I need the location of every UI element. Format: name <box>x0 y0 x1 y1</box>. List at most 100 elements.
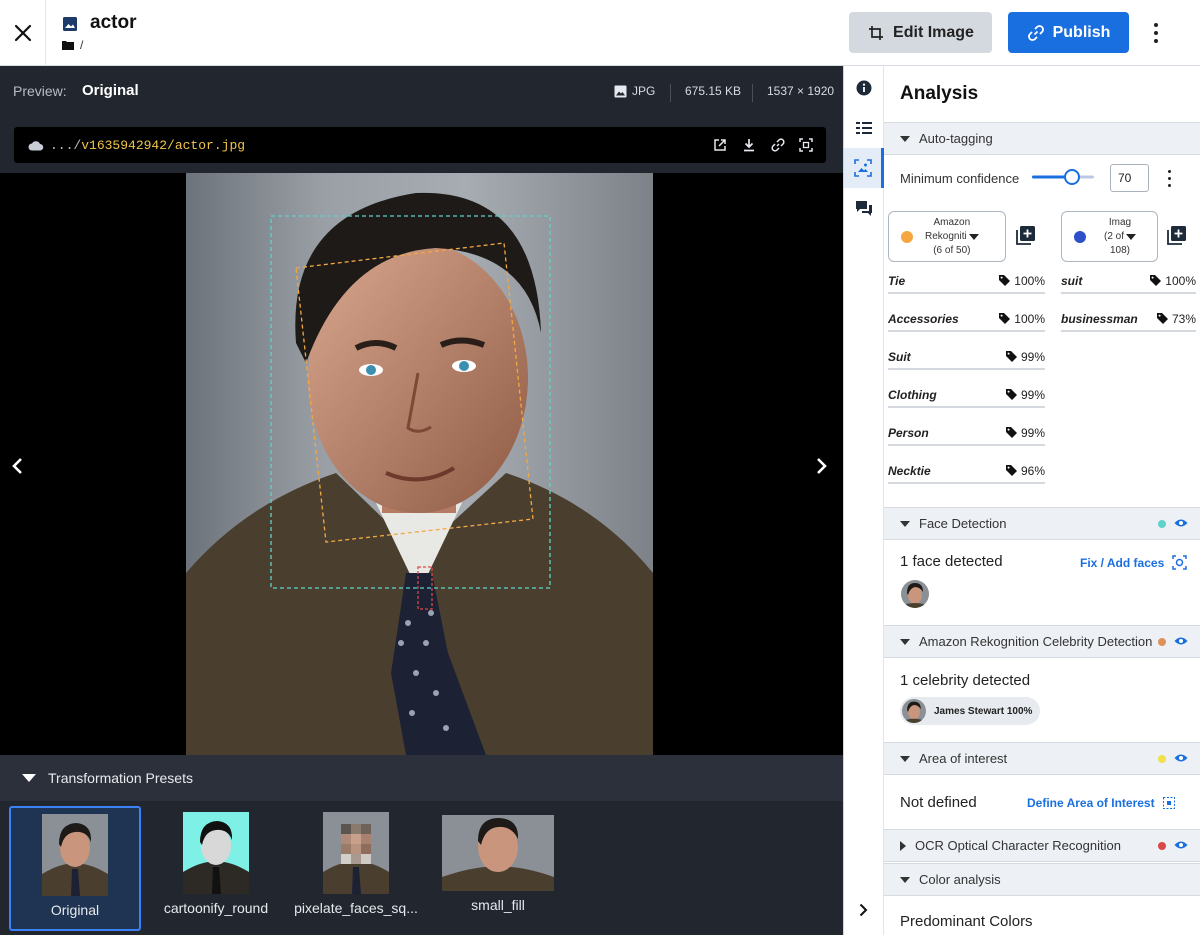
celebrity-detection-header[interactable]: Amazon Rekognition Celebrity Detection <box>884 625 1200 658</box>
add-tags-icon[interactable] <box>1167 226 1186 245</box>
fix-add-faces-link[interactable]: Fix / Add faces <box>1080 555 1187 570</box>
preset-pixelate-faces[interactable]: pixelate_faces_sq... <box>290 806 422 931</box>
url-path: v1635942942/actor.jpg <box>81 138 246 153</box>
preset-cartoonify-round[interactable]: cartoonify_round <box>150 806 282 931</box>
preset-thumbnail <box>42 814 108 896</box>
eye-icon[interactable] <box>1174 753 1188 763</box>
file-format: JPG <box>614 84 655 98</box>
rail-analysis-button[interactable] <box>844 148 884 188</box>
face-thumbnail[interactable] <box>901 580 929 608</box>
side-rail <box>843 66 884 935</box>
add-tags-icon[interactable] <box>1016 226 1035 245</box>
link-icon <box>1027 24 1044 41</box>
list-icon <box>856 122 872 134</box>
faces-summary: 1 face detected <box>900 553 1003 570</box>
confidence-slider[interactable] <box>1032 169 1094 185</box>
color-analysis-header[interactable]: Color analysis <box>884 863 1200 896</box>
eye-icon[interactable] <box>1174 518 1188 528</box>
tag-row[interactable]: Clothing 99% <box>888 383 1045 408</box>
tag-row[interactable]: Necktie 96% <box>888 459 1045 484</box>
tag-row[interactable]: Accessories 100% <box>888 307 1045 332</box>
previous-image-button[interactable] <box>6 453 28 479</box>
close-button[interactable] <box>0 0 46 66</box>
caret-down-icon <box>22 774 36 782</box>
preset-label: small_fill <box>471 897 525 913</box>
file-size: 675.15 KB <box>670 84 741 102</box>
confidence-input[interactable]: 70 <box>1110 164 1149 192</box>
more-options-button[interactable] <box>1143 16 1169 49</box>
face-color-dot <box>1158 520 1166 528</box>
publish-button[interactable]: Publish <box>1008 12 1129 53</box>
preset-label: pixelate_faces_sq... <box>294 900 418 916</box>
rail-info-button[interactable] <box>844 68 884 108</box>
chevron-right-icon <box>817 458 827 474</box>
close-icon <box>14 24 31 42</box>
presets-header[interactable]: Transformation Presets <box>0 755 843 801</box>
tag-list-right: suit 100% businessman 73% <box>1061 269 1196 332</box>
tag-list-left: Tie 100% Accessories 100% Suit 99% Clothing… <box>888 269 1045 484</box>
eye-icon[interactable] <box>1174 840 1188 850</box>
source-color-dot <box>1074 230 1086 243</box>
delivery-url-bar: .../v1635942942/actor.jpg <box>14 127 826 163</box>
image-analysis-icon <box>853 159 872 177</box>
chevron-left-icon <box>12 458 22 474</box>
preset-small-fill[interactable]: small_fill <box>432 806 564 931</box>
source-label: Amazon Rekogniti (6 of 50) <box>925 216 979 258</box>
folder-icon <box>62 41 74 50</box>
source-selector-rekognition[interactable]: Amazon Rekogniti (6 of 50) <box>888 211 1006 262</box>
tag-row[interactable]: Tie 100% <box>888 269 1045 294</box>
preset-thumbnail <box>323 812 389 894</box>
tag-icon <box>1156 313 1168 324</box>
comments-icon <box>856 201 872 216</box>
copy-link-button[interactable] <box>769 136 787 154</box>
edit-image-label: Edit Image <box>893 23 974 41</box>
rail-metadata-button[interactable] <box>844 108 884 148</box>
rail-comments-button[interactable] <box>844 188 884 228</box>
face-detection-header[interactable]: Face Detection <box>884 507 1200 540</box>
image-asset-icon <box>63 17 77 31</box>
publish-label: Publish <box>1052 23 1111 41</box>
autotagging-header[interactable]: Auto-tagging <box>884 122 1200 155</box>
next-image-button[interactable] <box>811 453 833 479</box>
tag-row[interactable]: Suit 99% <box>888 345 1045 370</box>
predominant-colors-title: Predominant Colors <box>900 913 1033 930</box>
preset-original[interactable]: Original <box>9 806 141 931</box>
celebrity-avatar <box>902 699 926 723</box>
define-area-link[interactable]: Define Area of Interest <box>1027 796 1175 810</box>
section-title: Color analysis <box>919 872 1001 887</box>
focus-frame-button[interactable] <box>797 136 815 154</box>
url-prefix: .../ <box>50 138 82 153</box>
aoi-summary: Not defined <box>900 794 977 811</box>
ocr-header[interactable]: OCR Optical Character Recognition <box>884 829 1200 862</box>
preset-label: Original <box>50 902 100 918</box>
folder-breadcrumb[interactable]: / <box>62 38 83 52</box>
download-button[interactable] <box>740 136 758 154</box>
delivery-url[interactable]: .../v1635942942/actor.jpg <box>28 138 245 153</box>
frame-focus-icon <box>799 138 813 152</box>
tag-icon <box>1005 351 1017 362</box>
folder-path: / <box>80 38 84 52</box>
preset-thumbnail <box>183 812 249 894</box>
tag-row[interactable]: Person 99% <box>888 421 1045 446</box>
area-select-icon <box>1162 797 1175 809</box>
area-of-interest-header[interactable]: Area of interest <box>884 742 1200 775</box>
edit-image-button[interactable]: Edit Image <box>849 12 992 53</box>
preset-thumbnail <box>442 815 554 891</box>
section-title: Area of interest <box>919 751 1008 766</box>
celebrity-summary: 1 celebrity detected <box>900 672 1031 689</box>
tag-icon <box>1150 275 1162 286</box>
face-frame-icon <box>1172 555 1187 570</box>
preview-mode: Original <box>82 82 139 99</box>
source-selector-imagga[interactable]: Imag (2 of 108) <box>1061 211 1158 262</box>
external-link-icon <box>714 139 726 151</box>
celebrity-chip[interactable]: James Stewart 100% <box>900 697 1041 725</box>
tagging-options-button[interactable] <box>1165 170 1173 187</box>
tag-icon <box>999 275 1011 286</box>
tag-row[interactable]: businessman 73% <box>1061 307 1196 332</box>
tag-row[interactable]: suit 100% <box>1061 269 1196 294</box>
download-icon <box>744 139 754 152</box>
ocr-color-dot <box>1158 842 1166 850</box>
collapse-panel-button[interactable] <box>843 893 884 927</box>
eye-icon[interactable] <box>1174 636 1188 646</box>
open-new-tab-button[interactable] <box>711 136 729 154</box>
